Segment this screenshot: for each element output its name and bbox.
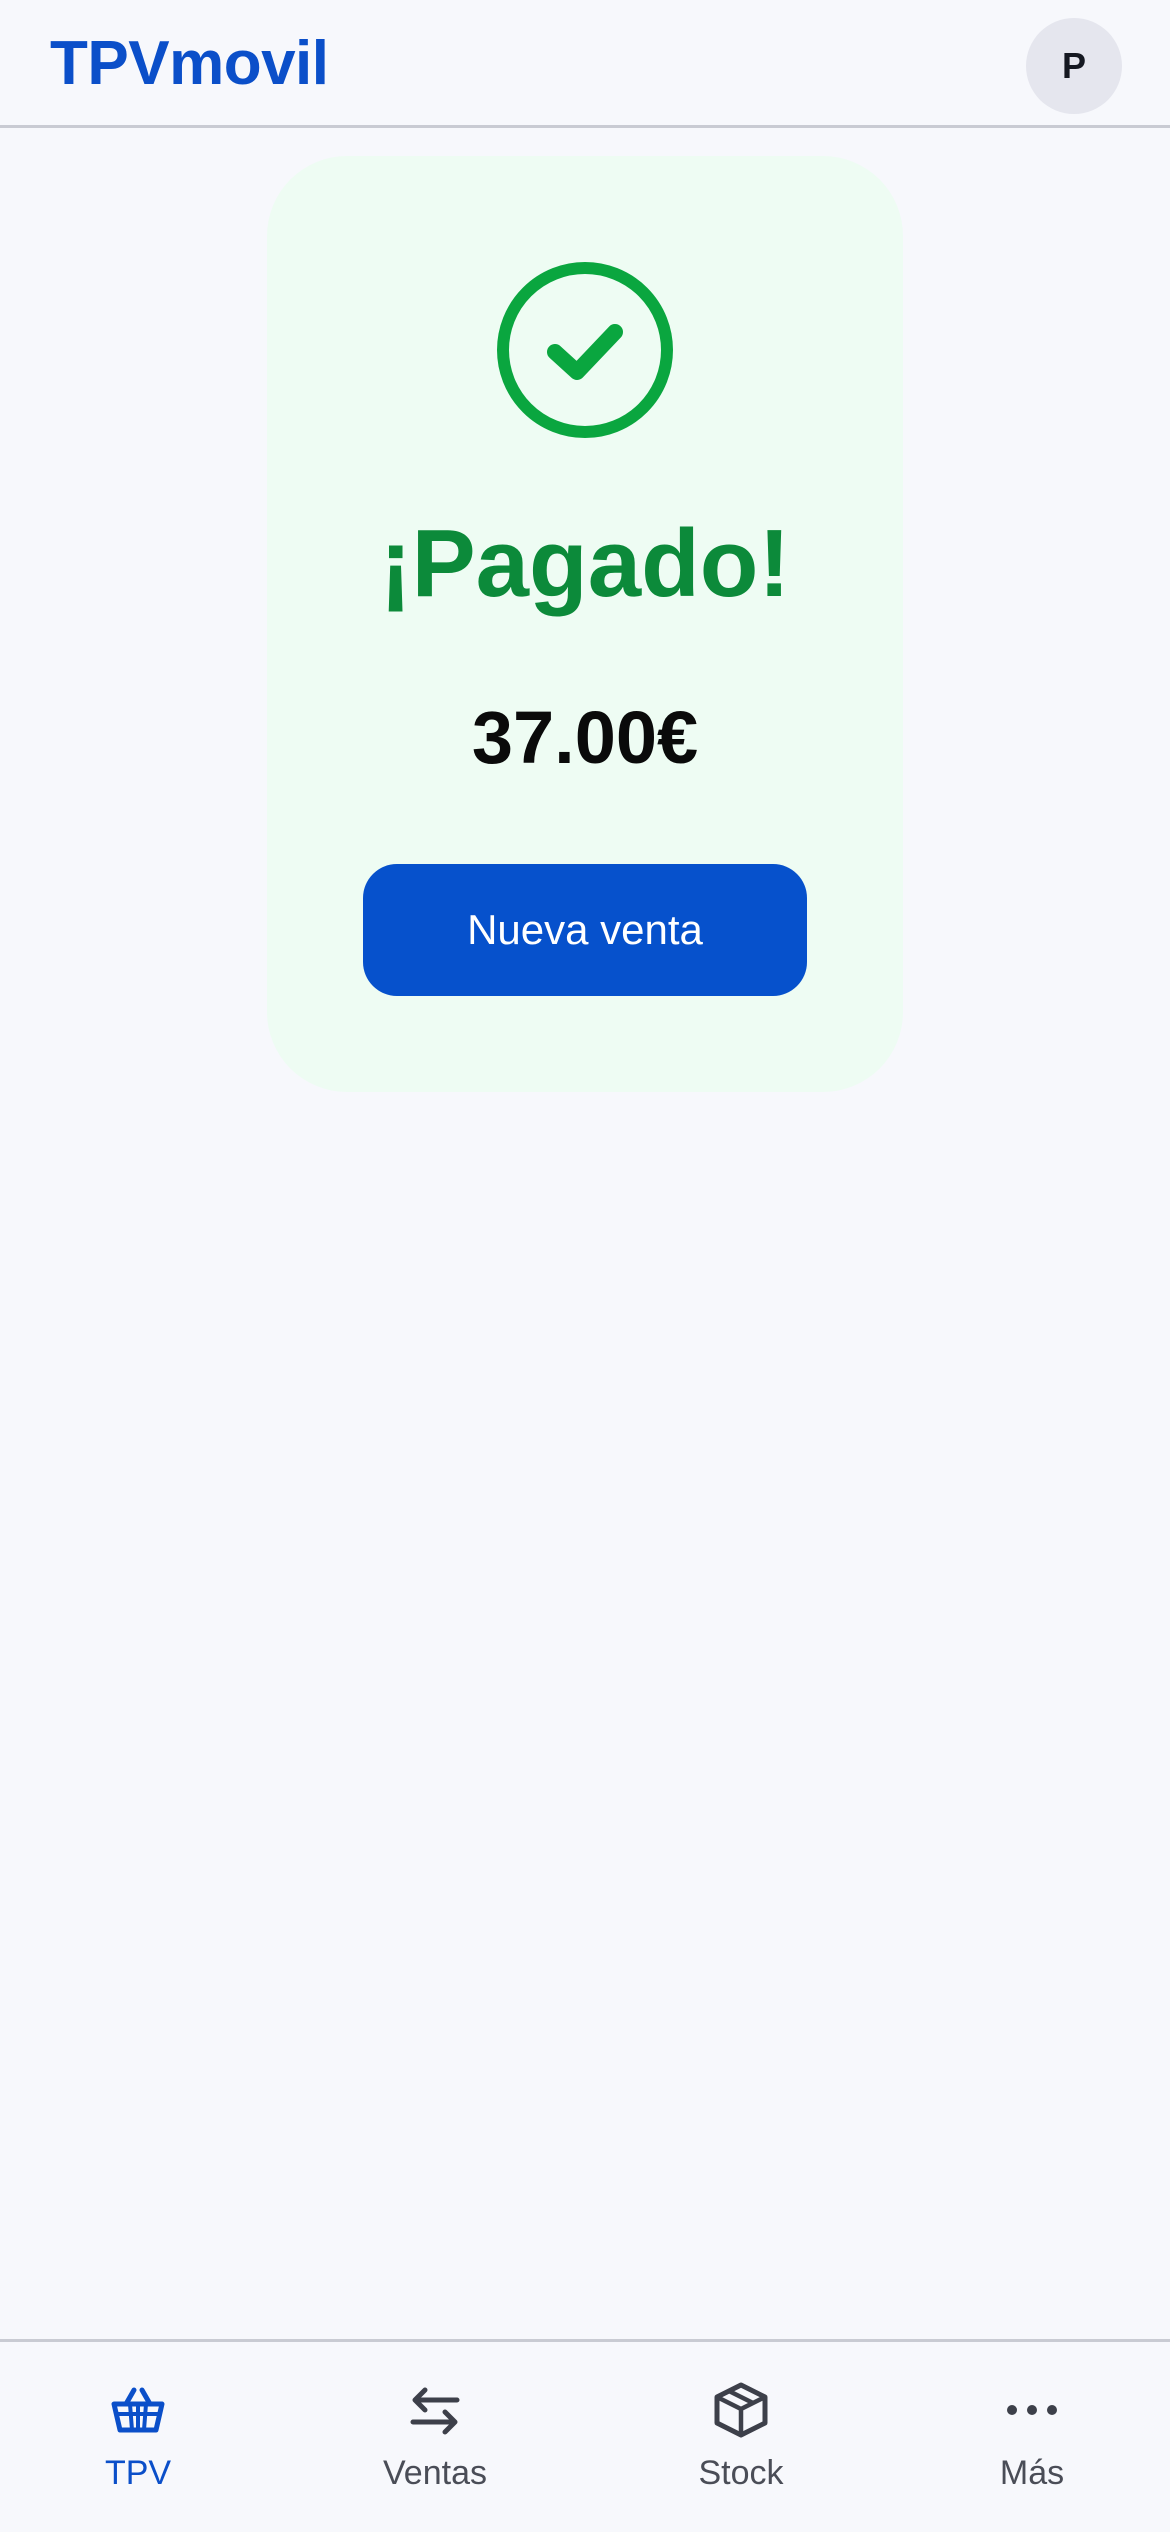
payment-amount: 37.00€ <box>471 696 699 779</box>
payment-success-card: ¡Pagado! 37.00€ Nueva venta <box>267 156 903 1092</box>
nav-item-stock[interactable]: Stock <box>641 2342 841 2532</box>
nav-label-mas: Más <box>999 2454 1065 2492</box>
nav-item-mas[interactable]: Más <box>932 2342 1132 2532</box>
nav-label-tpv: TPV <box>104 2454 172 2492</box>
bottom-navigation: TPV Ventas Stock Más <box>0 2339 1170 2532</box>
nav-item-tpv[interactable]: TPV <box>38 2342 238 2532</box>
new-sale-button[interactable]: Nueva venta <box>363 864 807 996</box>
nav-label-stock: Stock <box>698 2454 784 2492</box>
nav-item-ventas[interactable]: Ventas <box>335 2342 535 2532</box>
nav-label-ventas: Ventas <box>383 2454 487 2492</box>
payment-status-title: ¡Pagado! <box>379 510 791 617</box>
more-dots-icon <box>1007 2405 1057 2415</box>
basket-icon <box>111 2387 165 2433</box>
app-title: TPVmovil <box>50 29 329 98</box>
avatar[interactable]: P <box>1026 18 1122 114</box>
swap-arrows-icon <box>410 2387 460 2435</box>
check-circle-icon <box>497 262 673 438</box>
box-icon <box>714 2382 768 2438</box>
top-bar: TPVmovil P <box>0 0 1170 128</box>
